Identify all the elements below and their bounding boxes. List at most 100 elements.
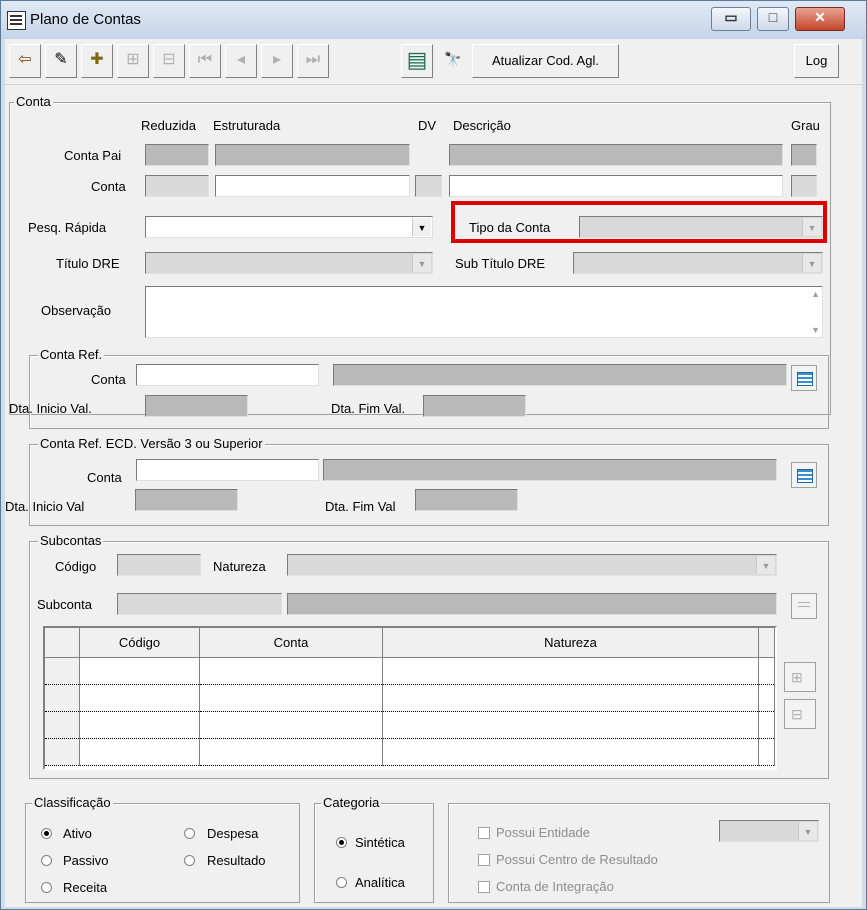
conta-dv-field[interactable] <box>415 175 442 197</box>
sintetica-label[interactable]: Sintética <box>355 835 405 850</box>
table-cell[interactable] <box>79 657 200 685</box>
last-record-button[interactable]: ⏭ <box>297 44 329 78</box>
subcontas-natureza-label: Natureza <box>213 559 266 574</box>
conta-pai-estruturada-field[interactable] <box>215 144 410 166</box>
conta-ref-ecd-descricao-field[interactable] <box>323 459 777 481</box>
conta-ref-lookup-button[interactable] <box>791 365 817 391</box>
table-cell[interactable] <box>199 684 383 712</box>
possui-centro-label[interactable]: Possui Centro de Resultado <box>496 852 658 867</box>
previous-record-button[interactable]: ◂ <box>225 44 257 78</box>
receita-radio[interactable] <box>41 882 52 893</box>
conta-ref-ecd-dta-fim-field[interactable] <box>415 489 518 511</box>
table-row[interactable] <box>45 684 775 712</box>
eraser-button[interactable]: ✎ <box>45 44 77 78</box>
add-subconta-button[interactable]: ⊞ <box>784 662 816 692</box>
maximize-button[interactable]: □ <box>757 7 789 31</box>
sub-titulo-dre-combo[interactable]: ▼ <box>573 252 823 274</box>
app-icon[interactable] <box>7 11 26 30</box>
log-button[interactable]: Log <box>794 44 839 78</box>
observacao-textarea[interactable]: ▲ ▼ <box>145 286 823 338</box>
column-header-codigo[interactable]: Código <box>79 628 200 658</box>
add-button[interactable]: ✚ <box>81 44 113 78</box>
despesa-label[interactable]: Despesa <box>207 826 258 841</box>
resultado-radio[interactable] <box>184 855 195 866</box>
passivo-label[interactable]: Passivo <box>63 853 109 868</box>
row-indicator <box>45 657 80 685</box>
remove-subconta-button[interactable]: ⊟ <box>784 699 816 729</box>
column-header-natureza[interactable]: Natureza <box>382 628 759 658</box>
conta-ref-ecd-conta-field[interactable] <box>136 459 319 481</box>
conta-pai-reduzida-field[interactable] <box>145 144 209 166</box>
subconta-lookup-button[interactable] <box>791 593 817 619</box>
conta-ref-descricao-field[interactable] <box>333 364 787 386</box>
table-cell[interactable] <box>79 711 200 739</box>
conta-reduzida-field[interactable] <box>145 175 209 197</box>
chevron-down-icon[interactable]: ▼ <box>756 556 775 574</box>
table-row[interactable] <box>45 738 775 766</box>
chevron-down-icon[interactable]: ▼ <box>802 254 821 272</box>
first-record-button[interactable]: ⏮ <box>189 44 221 78</box>
pesq-rapida-combo[interactable]: ▼ <box>145 216 433 238</box>
analitica-label[interactable]: Analítica <box>355 875 405 890</box>
table-cell[interactable] <box>199 657 383 685</box>
ativo-label[interactable]: Ativo <box>63 826 92 841</box>
table-cell[interactable] <box>199 711 383 739</box>
analitica-radio[interactable] <box>336 877 347 888</box>
search-button[interactable]: 🔭 <box>437 44 469 78</box>
conta-ref-conta-field[interactable] <box>136 364 319 386</box>
scroll-down-icon[interactable]: ▼ <box>811 325 820 335</box>
table-cell[interactable] <box>382 657 759 685</box>
conta-pai-descricao-field[interactable] <box>449 144 783 166</box>
subconta-codigo-field[interactable] <box>117 593 282 615</box>
list-button[interactable]: ▤ <box>401 44 433 78</box>
subcontas-grid[interactable]: Código Conta Natureza <box>43 626 777 770</box>
conta-integracao-checkbox[interactable] <box>478 881 490 893</box>
chevron-down-icon[interactable]: ▼ <box>798 822 817 840</box>
conta-descricao-field[interactable] <box>449 175 783 197</box>
conta-ref-ecd-lookup-button[interactable] <box>791 462 817 488</box>
table-cell[interactable] <box>79 684 200 712</box>
table-row[interactable] <box>45 711 775 739</box>
resultado-label[interactable]: Resultado <box>207 853 266 868</box>
binoculars-icon: 🔭 <box>444 51 462 67</box>
conta-estruturada-field[interactable] <box>215 175 410 197</box>
next-record-button[interactable]: ▸ <box>261 44 293 78</box>
conta-ref-dta-inicio-field[interactable] <box>145 395 248 417</box>
table-cell[interactable] <box>199 738 383 766</box>
subconta-descricao-field[interactable] <box>287 593 777 615</box>
conta-ref-dta-fim-field[interactable] <box>423 395 526 417</box>
passivo-radio[interactable] <box>41 855 52 866</box>
possui-centro-checkbox[interactable] <box>478 854 490 866</box>
entidade-combo[interactable]: ▼ <box>719 820 819 842</box>
title-bar[interactable]: Plano de Contas ▭ □ ✕ <box>1 1 866 39</box>
despesa-radio[interactable] <box>184 828 195 839</box>
table-cell[interactable] <box>382 684 759 712</box>
remove-row-icon: ⊟ <box>791 706 803 722</box>
receita-label[interactable]: Receita <box>63 880 107 895</box>
chevron-down-icon[interactable]: ▼ <box>412 218 431 236</box>
exit-button[interactable]: ⇦ <box>9 44 41 78</box>
possui-entidade-label[interactable]: Possui Entidade <box>496 825 590 840</box>
subcontas-codigo-field[interactable] <box>117 554 201 576</box>
conta-pai-grau-field[interactable] <box>791 144 817 166</box>
conta-ref-ecd-dta-inicio-field[interactable] <box>135 489 238 511</box>
ativo-radio[interactable] <box>41 828 52 839</box>
add-child-button[interactable]: ⊞ <box>117 44 149 78</box>
table-cell[interactable] <box>79 738 200 766</box>
remove-button[interactable]: ⊟ <box>153 44 185 78</box>
table-cell[interactable] <box>382 738 759 766</box>
sintetica-radio[interactable] <box>336 837 347 848</box>
table-row[interactable] <box>45 657 775 685</box>
chevron-down-icon[interactable]: ▼ <box>412 254 431 272</box>
subcontas-natureza-combo[interactable]: ▼ <box>287 554 777 576</box>
close-button[interactable]: ✕ <box>795 7 845 31</box>
table-cell[interactable] <box>382 711 759 739</box>
column-header-conta[interactable]: Conta <box>199 628 383 658</box>
scroll-up-icon[interactable]: ▲ <box>811 289 820 299</box>
titulo-dre-combo[interactable]: ▼ <box>145 252 433 274</box>
atualizar-cod-agl-button[interactable]: Atualizar Cod. Agl. <box>472 44 619 78</box>
conta-integracao-label[interactable]: Conta de Integração <box>496 879 614 894</box>
minimize-button[interactable]: ▭ <box>711 7 751 31</box>
possui-entidade-checkbox[interactable] <box>478 827 490 839</box>
conta-grau-field[interactable] <box>791 175 817 197</box>
